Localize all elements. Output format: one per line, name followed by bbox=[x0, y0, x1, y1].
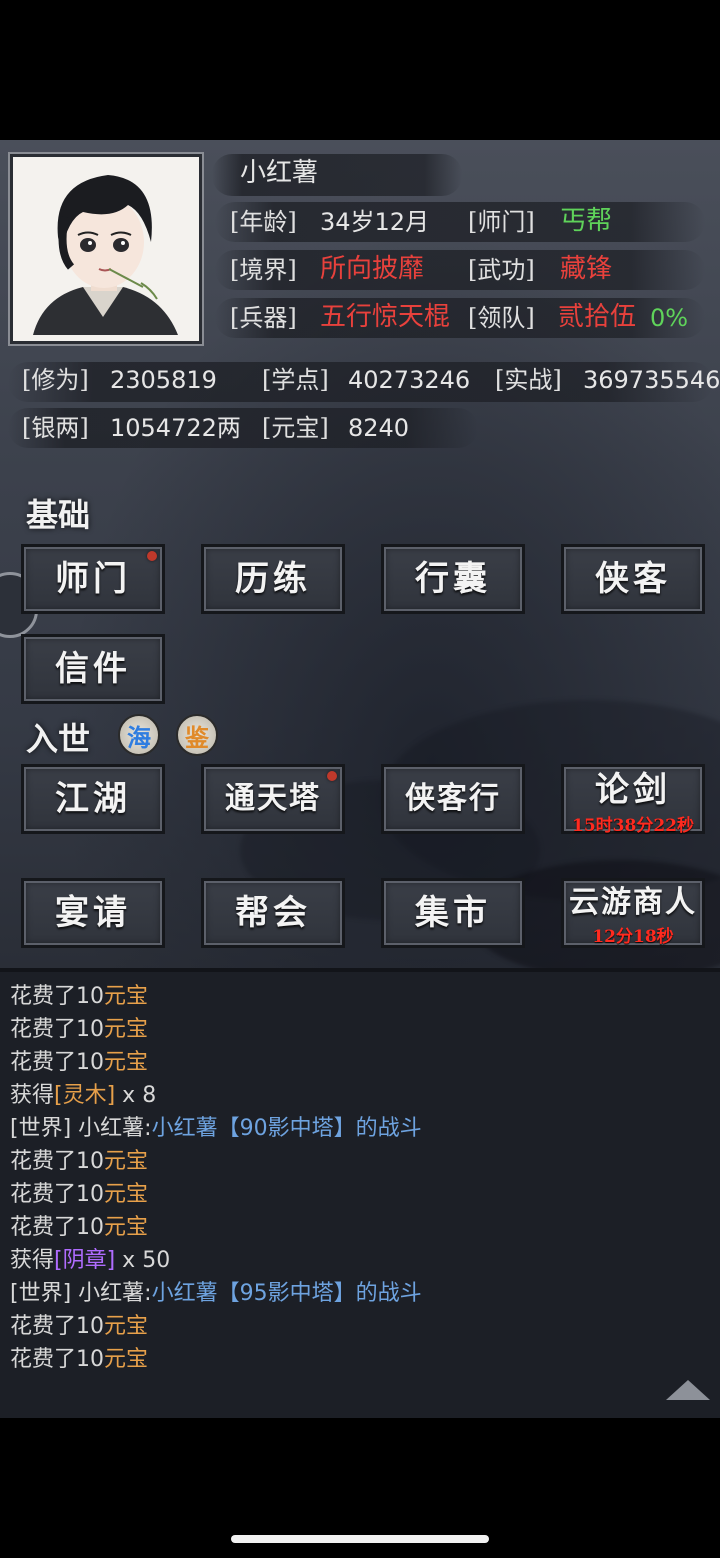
log-line: 花费了10元宝 bbox=[10, 1050, 149, 1075]
button-guild[interactable]: 帮会 bbox=[201, 878, 345, 948]
log-line: 获得[灵木] x 8 bbox=[10, 1083, 157, 1108]
ingot-label: [元宝] bbox=[262, 414, 329, 442]
log-line: [世界] 小红薯:小红薯【95影中塔】的战斗 bbox=[10, 1281, 422, 1306]
merchant-timer: 12分18秒 bbox=[592, 926, 674, 947]
button-label: 行囊 bbox=[415, 559, 491, 599]
button-tower[interactable]: 通天塔 bbox=[201, 764, 345, 834]
log-line: 花费了10元宝 bbox=[10, 1017, 149, 1042]
character-avatar[interactable] bbox=[10, 154, 202, 344]
cultivation-value: 2305819 bbox=[110, 366, 217, 394]
button-market[interactable]: 集市 bbox=[381, 878, 525, 948]
battle-link[interactable]: 小红薯【90影中塔】的战斗 bbox=[152, 1116, 422, 1141]
log-line: 花费了10元宝 bbox=[10, 1215, 149, 1240]
button-label: 宴请 bbox=[55, 893, 131, 933]
button-mail[interactable]: 信件 bbox=[21, 634, 165, 704]
avatar-portrait bbox=[13, 157, 193, 335]
silver-value: 1054722两 bbox=[110, 414, 241, 442]
duel-timer: 15时38分22秒 bbox=[572, 815, 694, 836]
team-percent: 0% bbox=[650, 304, 689, 332]
button-sect[interactable]: 师门 bbox=[21, 544, 165, 614]
ingot-value: 8240 bbox=[348, 414, 410, 442]
sect-label: [师门] bbox=[468, 208, 535, 236]
log-line: 获得[阴章] x 50 bbox=[10, 1248, 171, 1273]
character-name: 小红薯 bbox=[240, 158, 319, 188]
age-value: 34岁12月 bbox=[320, 208, 430, 236]
button-label: 江湖 bbox=[55, 779, 131, 819]
skill-value: 藏锋 bbox=[560, 254, 613, 284]
age-label: [年龄] bbox=[230, 208, 297, 236]
notification-dot bbox=[327, 771, 337, 781]
button-banquet[interactable]: 宴请 bbox=[21, 878, 165, 948]
button-bag[interactable]: 行囊 bbox=[381, 544, 525, 614]
cultivation-label: [修为] bbox=[22, 366, 89, 394]
badge-appraise[interactable]: 鉴 bbox=[176, 714, 218, 756]
button-wandering-merchant[interactable]: 云游商人 12分18秒 bbox=[561, 878, 705, 948]
button-label: 信件 bbox=[55, 649, 131, 689]
home-indicator[interactable] bbox=[231, 1535, 489, 1543]
notification-dot bbox=[147, 551, 157, 561]
button-label: 历练 bbox=[235, 559, 311, 599]
battle-link[interactable]: 小红薯【95影中塔】的战斗 bbox=[152, 1281, 422, 1306]
button-label: 云游商人 bbox=[569, 884, 697, 920]
weapon-label: [兵器] bbox=[230, 304, 297, 332]
button-label: 师门 bbox=[55, 559, 131, 599]
log-line: 花费了10元宝 bbox=[10, 1347, 149, 1372]
button-label: 侠客 bbox=[595, 559, 671, 599]
realm-label: [境界] bbox=[230, 256, 297, 284]
button-label: 论剑 bbox=[595, 769, 671, 810]
button-label: 帮会 bbox=[235, 893, 311, 933]
log-line: 花费了10元宝 bbox=[10, 984, 149, 1009]
message-log[interactable]: 花费了10元宝 花费了10元宝 花费了10元宝 获得[灵木] x 8 [世界] … bbox=[0, 968, 720, 1418]
log-line: 花费了10元宝 bbox=[10, 1314, 149, 1339]
log-line: 花费了10元宝 bbox=[10, 1182, 149, 1207]
button-heroes[interactable]: 侠客 bbox=[561, 544, 705, 614]
sect-value: 丐帮 bbox=[560, 206, 613, 236]
section-title-world: 入世 bbox=[26, 720, 91, 758]
points-value: 40273246 bbox=[348, 366, 471, 394]
realm-value: 所向披靡 bbox=[320, 254, 425, 284]
combat-label: [实战] bbox=[495, 366, 562, 394]
silver-label: [银两] bbox=[22, 414, 89, 442]
badge-sea[interactable]: 海 bbox=[118, 714, 160, 756]
triangle-up-icon[interactable] bbox=[666, 1380, 710, 1400]
log-line: [世界] 小红薯:小红薯【90影中塔】的战斗 bbox=[10, 1116, 422, 1141]
button-hero-journey[interactable]: 侠客行 bbox=[381, 764, 525, 834]
button-duel[interactable]: 论剑 15时38分22秒 bbox=[561, 764, 705, 836]
team-value: 贰拾伍 bbox=[558, 302, 637, 332]
points-label: [学点] bbox=[262, 366, 329, 394]
combat-value: 369735546 bbox=[583, 366, 720, 394]
button-label: 通天塔 bbox=[225, 781, 321, 816]
character-panel: 小红薯 [年龄] 34岁12月 [师门] 丐帮 [境界] 所向披靡 [武功] 藏… bbox=[0, 140, 720, 968]
button-label: 集市 bbox=[415, 893, 491, 933]
button-jianghu[interactable]: 江湖 bbox=[21, 764, 165, 834]
log-line: 花费了10元宝 bbox=[10, 1149, 149, 1174]
button-label: 侠客行 bbox=[405, 781, 501, 816]
button-training[interactable]: 历练 bbox=[201, 544, 345, 614]
skill-label: [武功] bbox=[468, 256, 535, 284]
team-label: [领队] bbox=[468, 304, 535, 332]
game-screen: 小红薯 [年龄] 34岁12月 [师门] 丐帮 [境界] 所向披靡 [武功] 藏… bbox=[0, 0, 720, 1558]
section-title-basic: 基础 bbox=[26, 496, 91, 534]
weapon-value: 五行惊天棍 bbox=[320, 302, 451, 332]
